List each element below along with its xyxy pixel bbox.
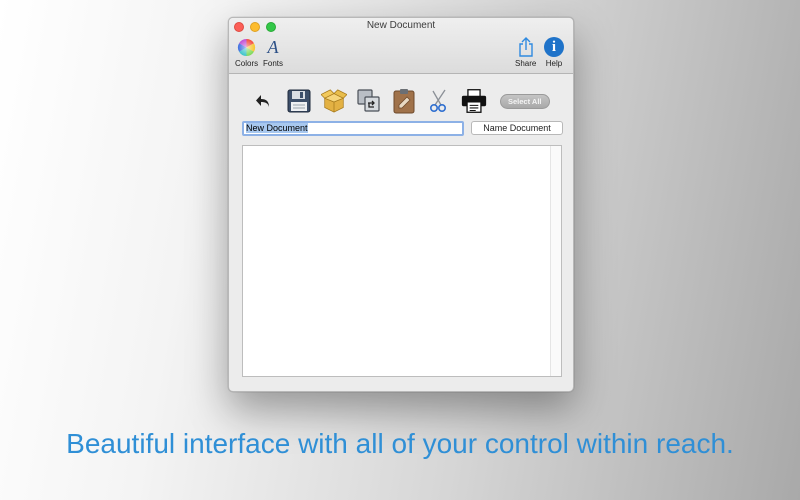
printer-icon [461, 89, 487, 113]
action-toolbar: Select All [251, 86, 550, 116]
help-button[interactable]: i Help [544, 37, 564, 68]
paste-button[interactable] [391, 88, 417, 114]
fonts-button[interactable]: A Fonts [263, 37, 283, 68]
fonts-label: Fonts [263, 59, 284, 68]
marketing-caption: Beautiful interface with all of your con… [66, 428, 734, 459]
name-document-button[interactable]: Name Document [471, 121, 563, 135]
document-name-row: New Document Name Document [242, 121, 564, 138]
colors-button[interactable]: Colors [235, 37, 258, 68]
app-window: New Document Colors A Fonts Share i Help… [228, 17, 574, 392]
window-title: New Document [366, 20, 436, 31]
font-icon: A [267, 37, 279, 57]
color-wheel-icon [237, 37, 257, 57]
clipboard-icon [393, 89, 415, 114]
open-box-button[interactable] [321, 88, 347, 114]
info-icon: i [544, 37, 564, 57]
undo-arrow-icon [256, 95, 269, 107]
document-name-value: New Document [246, 123, 308, 133]
scissors-icon [429, 89, 447, 113]
share-button[interactable]: Share [515, 37, 536, 68]
colors-label: Colors [235, 59, 259, 68]
vertical-scrollbar[interactable] [550, 146, 561, 376]
undo-button[interactable] [251, 88, 277, 114]
save-button[interactable] [286, 88, 312, 114]
copy-button[interactable] [356, 88, 382, 114]
title-bar: New Document Colors A Fonts Share i Help [229, 18, 573, 74]
share-icon [516, 37, 536, 57]
copy-icon [357, 89, 380, 112]
document-text-area[interactable] [242, 145, 562, 377]
open-box-icon [321, 89, 347, 113]
floppy-disk-icon [287, 89, 311, 113]
cut-button[interactable] [426, 88, 452, 114]
print-button[interactable] [461, 88, 487, 114]
select-all-button[interactable]: Select All [500, 93, 550, 109]
help-label: Help [545, 59, 563, 68]
document-name-input[interactable]: New Document [242, 121, 464, 136]
share-label: Share [515, 59, 537, 68]
